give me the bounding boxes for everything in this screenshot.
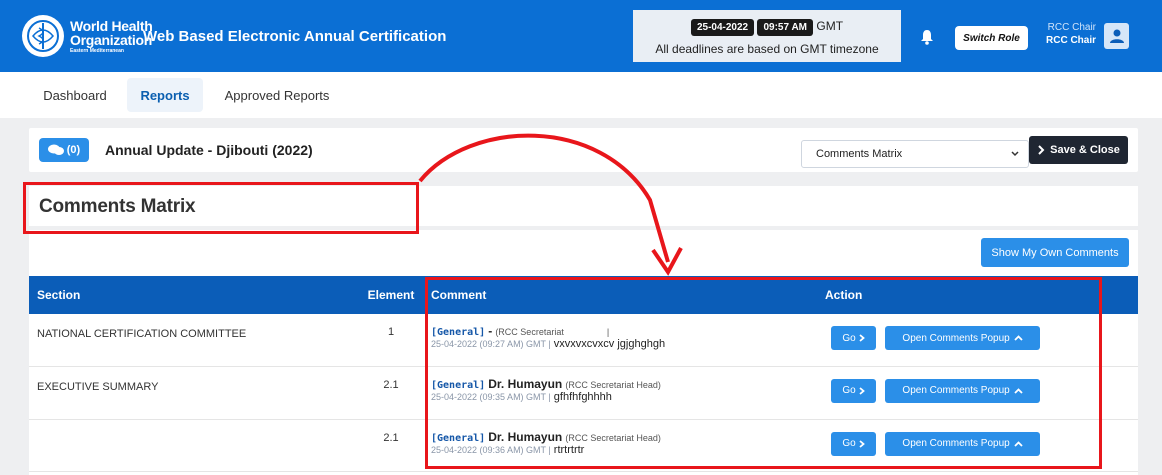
who-emblem-icon [22,15,64,57]
save-close-button[interactable]: Save & Close [1029,136,1128,164]
who-logo[interactable]: World Health Organization Eastern Medite… [22,12,153,60]
view-select[interactable]: Comments Matrix [801,140,1029,168]
tab-reports[interactable]: Reports [127,78,203,112]
org-name-line2: Organization [70,31,152,48]
row-section: EXECUTIVE SUMMARY [29,366,359,420]
user-icon[interactable] [1104,23,1129,49]
org-region: Eastern Mediterranean [70,47,124,54]
row-section: NATIONAL CERTIFICATION COMMITTEE [29,314,359,367]
app-header: World Health Organization Eastern Medite… [0,0,1162,72]
current-role: RCC Chair RCC Chair [1046,21,1096,47]
annotation-highlight-title [23,182,419,234]
date-pill: 25-04-2022 [690,19,755,36]
switch-role-button[interactable]: Switch Role [955,26,1028,50]
role-line1: RCC Chair [1047,22,1096,33]
chevron-right-icon [1038,145,1045,155]
time-panel: 25-04-2022 09:57 AM GMT All deadlines ar… [633,10,901,62]
row-element: 1 [359,314,423,367]
bell-icon[interactable] [920,29,934,45]
app-title: Web Based Electronic Annual Certificatio… [143,28,447,45]
comment-count: (0) [66,144,81,156]
main-nav: Dashboard Reports Approved Reports [0,72,1162,118]
comments-button[interactable]: (0) [39,138,89,162]
report-title: Annual Update - Djibouti (2022) [105,142,313,158]
timezone-label: GMT [816,19,844,33]
column-header-element: Element [359,276,423,314]
column-header-section: Section [29,276,359,314]
view-select-value: Comments Matrix [816,148,903,160]
tab-approved-reports[interactable]: Approved Reports [212,78,342,112]
show-own-comments-button[interactable]: Show My Own Comments [981,238,1129,267]
org-name-line1: World Health [70,17,153,34]
comments-icon [47,144,64,155]
tab-dashboard[interactable]: Dashboard [30,78,120,112]
annotation-highlight-comments [425,277,1102,469]
chevron-down-icon [1011,151,1019,157]
save-close-label: Save & Close [1050,144,1120,156]
role-line2: RCC Chair [1046,35,1097,46]
time-pill: 09:57 AM [757,19,814,36]
row-element: 2.1 [359,366,423,420]
row-element: 2.1 [359,419,423,472]
deadline-note: All deadlines are based on GMT timezone [655,42,879,56]
row-section [29,419,359,472]
report-toolbar: (0) Annual Update - Djibouti (2022) Comm… [29,128,1138,172]
